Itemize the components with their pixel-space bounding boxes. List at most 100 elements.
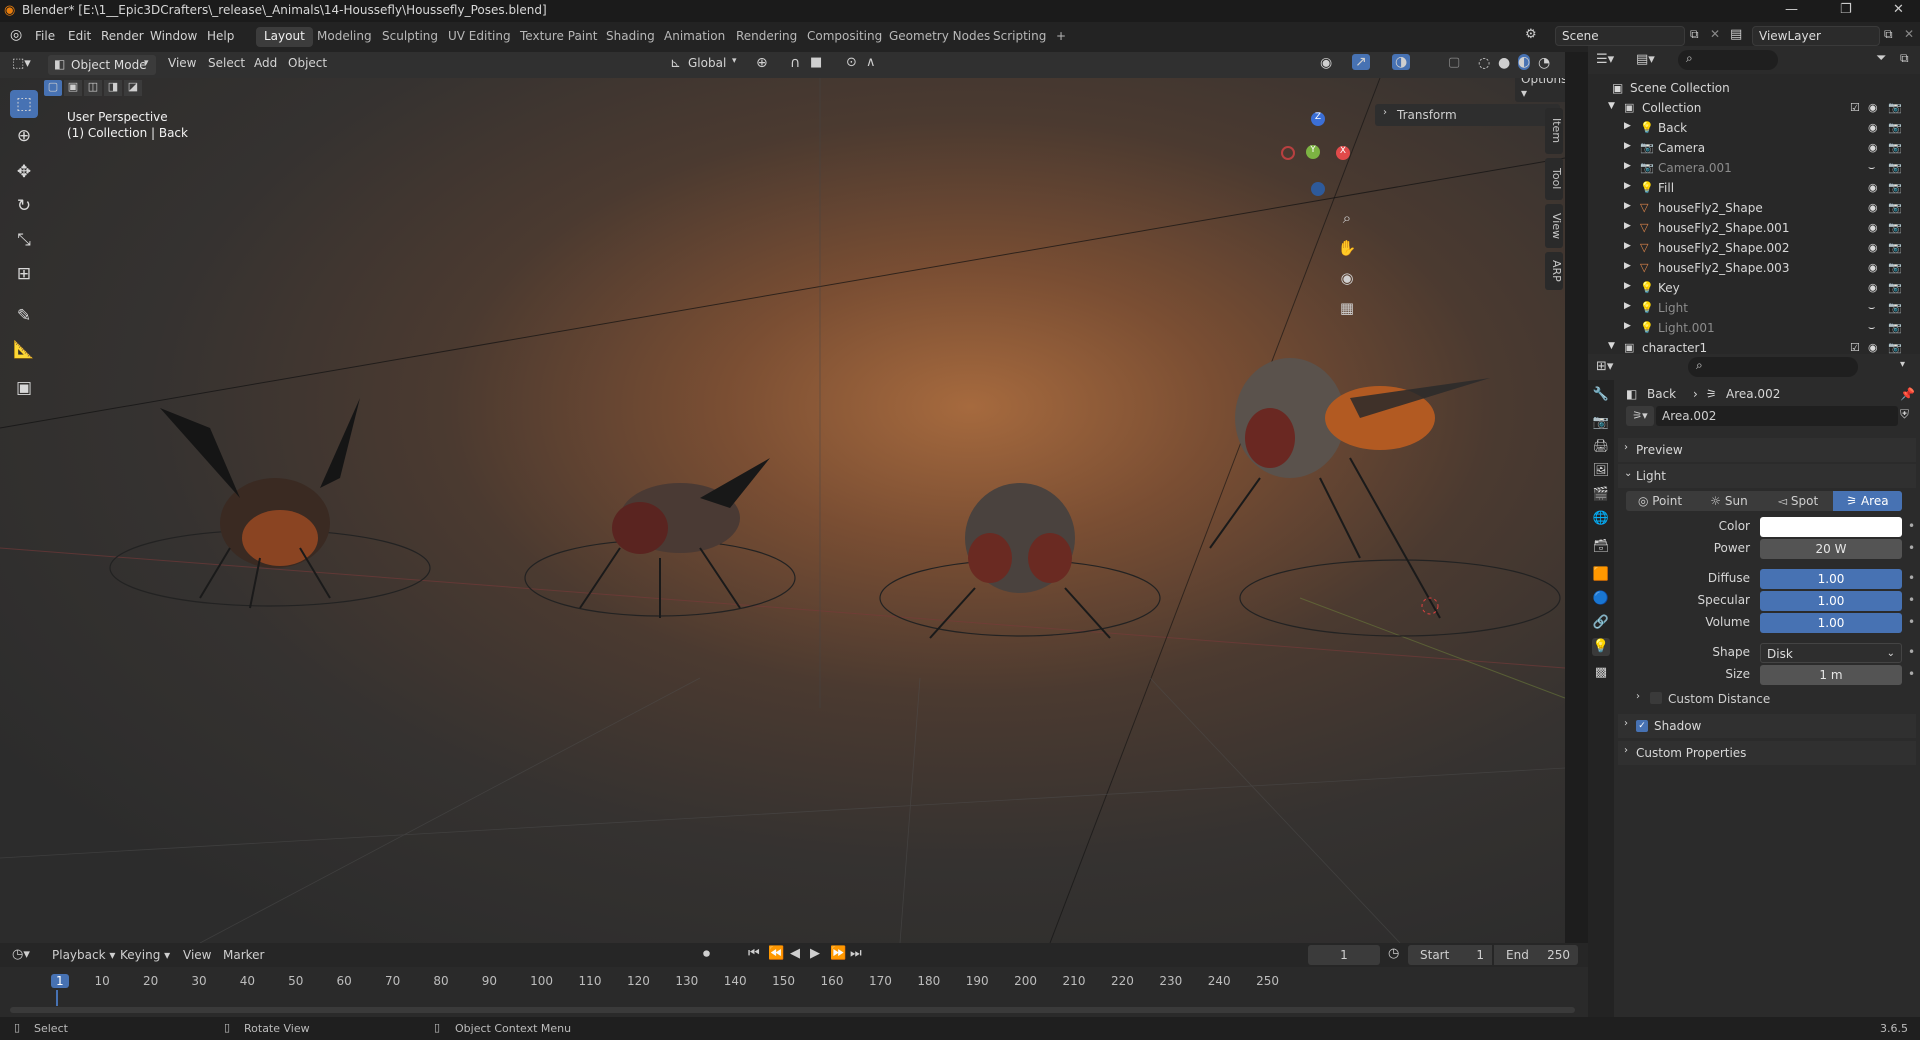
render-camera-icon[interactable]: 📷 xyxy=(1888,261,1902,274)
jump-start-icon[interactable]: ⏮ xyxy=(748,946,760,961)
gizmo-x-axis[interactable]: X xyxy=(1336,146,1350,160)
view-layer-tab-icon[interactable]: 🖼 xyxy=(1592,462,1610,480)
timeline-menu-playback[interactable]: Playback ▾ xyxy=(52,948,115,962)
properties-editor-type-icon[interactable]: ⊞▾ xyxy=(1596,359,1613,374)
menu-edit[interactable]: Edit xyxy=(68,29,91,43)
power-field[interactable]: 20 W xyxy=(1760,539,1902,559)
outliner-display-mode-icon[interactable]: ☰▾ xyxy=(1596,52,1614,67)
chevron-down-icon[interactable]: ▼ xyxy=(1608,101,1615,111)
shadow-checkbox[interactable]: ✓ xyxy=(1636,720,1648,732)
outliner-item[interactable]: ▶ ▽ houseFly2_Shape.002 ◉ 📷 xyxy=(1588,238,1920,258)
chevron-right-icon[interactable]: ▶ xyxy=(1624,301,1631,311)
pivot-point-icon[interactable]: ⊕ xyxy=(756,55,768,71)
material-preview-icon[interactable]: ◐ xyxy=(1518,54,1531,70)
editor-type-icon[interactable]: ⬚▾ xyxy=(12,56,31,74)
gizmo-neg-z-axis[interactable] xyxy=(1311,182,1325,196)
auto-keying-icon[interactable]: ⏺ xyxy=(703,946,710,962)
proportional-edit-icon[interactable]: ⊙ xyxy=(846,55,857,70)
sidebar-tab-view[interactable]: View xyxy=(1545,204,1563,248)
chevron-right-icon[interactable]: ▶ xyxy=(1624,161,1631,171)
chevron-right-icon[interactable]: ▶ xyxy=(1624,221,1631,231)
menu-render[interactable]: Render xyxy=(101,29,144,43)
outliner-item[interactable]: ▼ ▣ Collection ☑ ◉ 📷 xyxy=(1588,98,1920,118)
eye-icon[interactable]: ◉ xyxy=(1868,241,1878,254)
outliner-item[interactable]: ▶ 💡 Light.001 ⌣ 📷 xyxy=(1588,318,1920,338)
sidebar-tab-tool[interactable]: Tool xyxy=(1545,158,1563,200)
outliner-item[interactable]: ▶ ▽ houseFly2_Shape.003 ◉ 📷 xyxy=(1588,258,1920,278)
custom-properties-section-header[interactable]: › Custom Properties xyxy=(1618,741,1916,765)
delete-scene-icon[interactable]: ✕ xyxy=(1710,27,1720,41)
xray-icon[interactable]: ▢ xyxy=(1448,55,1460,70)
tab-animation[interactable]: Animation xyxy=(656,27,733,47)
viewport-menu-view[interactable]: View xyxy=(168,56,196,74)
eye-icon[interactable]: ◉ xyxy=(1868,341,1878,354)
falloff-icon[interactable]: ∧ xyxy=(866,55,876,70)
keyframe-dot-icon[interactable]: • xyxy=(1908,615,1915,629)
render-camera-icon[interactable]: 📷 xyxy=(1888,181,1902,194)
snap-icon[interactable]: ∩ xyxy=(790,55,800,71)
timeline-menu-marker[interactable]: Marker xyxy=(223,948,264,962)
close-icon[interactable]: ✕ xyxy=(1893,2,1904,17)
subtract-selection-icon[interactable]: ◫ xyxy=(84,80,102,96)
timeline-menu-keying[interactable]: Keying ▾ xyxy=(120,948,170,962)
keyframe-dot-icon[interactable]: • xyxy=(1908,667,1915,681)
camera-view-icon[interactable]: ◉ xyxy=(1334,265,1360,291)
outliner-item[interactable]: ▶ ▽ houseFly2_Shape ◉ 📷 xyxy=(1588,198,1920,218)
render-camera-icon[interactable]: 📷 xyxy=(1888,221,1902,234)
tab-modeling[interactable]: Modeling xyxy=(309,27,380,47)
physics-tab-icon[interactable]: 🔵 xyxy=(1592,590,1610,608)
zoom-icon[interactable]: ⌕ xyxy=(1334,205,1360,231)
world-tab-icon[interactable]: 🌐 xyxy=(1592,510,1610,528)
invert-selection-icon[interactable]: ◨ xyxy=(104,80,122,96)
eye-icon[interactable]: ◉ xyxy=(1868,201,1878,214)
light-data-tab-icon[interactable]: 💡 xyxy=(1592,638,1610,656)
size-field[interactable]: 1 m xyxy=(1760,665,1902,685)
scene-selector-icon[interactable]: ⚙ xyxy=(1525,27,1537,42)
custom-distance-checkbox[interactable] xyxy=(1650,692,1662,704)
chevron-right-icon[interactable]: ▶ xyxy=(1624,201,1631,211)
housefly-1[interactable] xyxy=(109,398,431,609)
mode-selector[interactable]: ◧ Object Mode ▾ xyxy=(48,55,156,75)
datablock-browse-icon[interactable]: ⚞▾ xyxy=(1626,406,1654,426)
render-camera-icon[interactable]: 📷 xyxy=(1888,281,1902,294)
chevron-right-icon[interactable]: ▶ xyxy=(1624,321,1631,331)
chevron-right-icon[interactable]: ▶ xyxy=(1624,241,1631,251)
render-camera-icon[interactable]: 📷 xyxy=(1888,161,1902,174)
tab-compositing[interactable]: Compositing xyxy=(799,27,890,47)
exclude-checkbox[interactable]: ☑ xyxy=(1850,341,1860,354)
add-workspace-icon[interactable]: + xyxy=(1048,27,1074,47)
collection-tab-icon[interactable]: 🗃 xyxy=(1592,538,1610,556)
measure-tool-icon[interactable]: 📐 xyxy=(10,336,38,364)
eye-closed-icon[interactable]: ⌣ xyxy=(1868,301,1875,315)
transform-panel-header[interactable]: › Transform xyxy=(1375,104,1560,126)
gizmo-y-axis[interactable]: Y xyxy=(1306,145,1320,159)
blender-menu-icon[interactable]: ◎ xyxy=(10,27,22,43)
outliner-item[interactable]: ▶ 📷 Camera.001 ⌣ 📷 xyxy=(1588,158,1920,178)
viewport-menu-object[interactable]: Object xyxy=(288,56,327,74)
jump-keyframe-forward-icon[interactable]: ⏩ xyxy=(830,946,846,961)
outliner-search-input[interactable]: ⌕ xyxy=(1678,50,1778,70)
eye-closed-icon[interactable]: ⌣ xyxy=(1868,321,1875,335)
texture-tab-icon[interactable]: ▩ xyxy=(1592,664,1610,682)
gizmo-toggle-icon[interactable]: ↗ xyxy=(1352,54,1370,70)
eye-icon[interactable]: ◉ xyxy=(1868,261,1878,274)
light-type-sun[interactable]: ☼ Sun xyxy=(1695,491,1763,511)
sidebar-tab-arp[interactable]: ARP xyxy=(1545,252,1563,290)
chevron-right-icon[interactable]: ▶ xyxy=(1624,181,1631,191)
properties-search-input[interactable]: ⌕ xyxy=(1688,357,1858,377)
new-collection-icon[interactable]: ⧉ xyxy=(1900,51,1909,66)
chevron-right-icon[interactable]: ▶ xyxy=(1624,121,1631,131)
visibility-icon[interactable]: ◉ xyxy=(1320,55,1332,71)
tab-texture-paint[interactable]: Texture Paint xyxy=(512,27,605,47)
pin-icon[interactable]: 📌 xyxy=(1900,387,1915,401)
render-tab-icon[interactable]: 📷 xyxy=(1592,414,1610,432)
extend-selection-icon[interactable]: ▣ xyxy=(64,80,82,96)
outliner-item[interactable]: ▶ ▽ houseFly2_Shape.001 ◉ 📷 xyxy=(1588,218,1920,238)
exclude-checkbox[interactable]: ☑ xyxy=(1850,101,1860,114)
overlay-toggle-icon[interactable]: ◑ xyxy=(1392,54,1411,70)
3d-viewport[interactable]: ⬚ ⊕ ✥ ↻ ⤡ ⊞ ✎ 📐 ▣ ▢ ▣ ◫ ◨ ◪ User Perspec… xyxy=(0,78,1565,943)
scene-field[interactable]: Scene xyxy=(1555,26,1685,46)
render-camera-icon[interactable]: 📷 xyxy=(1888,141,1902,154)
datablock-name-field[interactable]: Area.002 xyxy=(1656,406,1898,426)
outliner-item[interactable]: ▶ 💡 Fill ◉ 📷 xyxy=(1588,178,1920,198)
